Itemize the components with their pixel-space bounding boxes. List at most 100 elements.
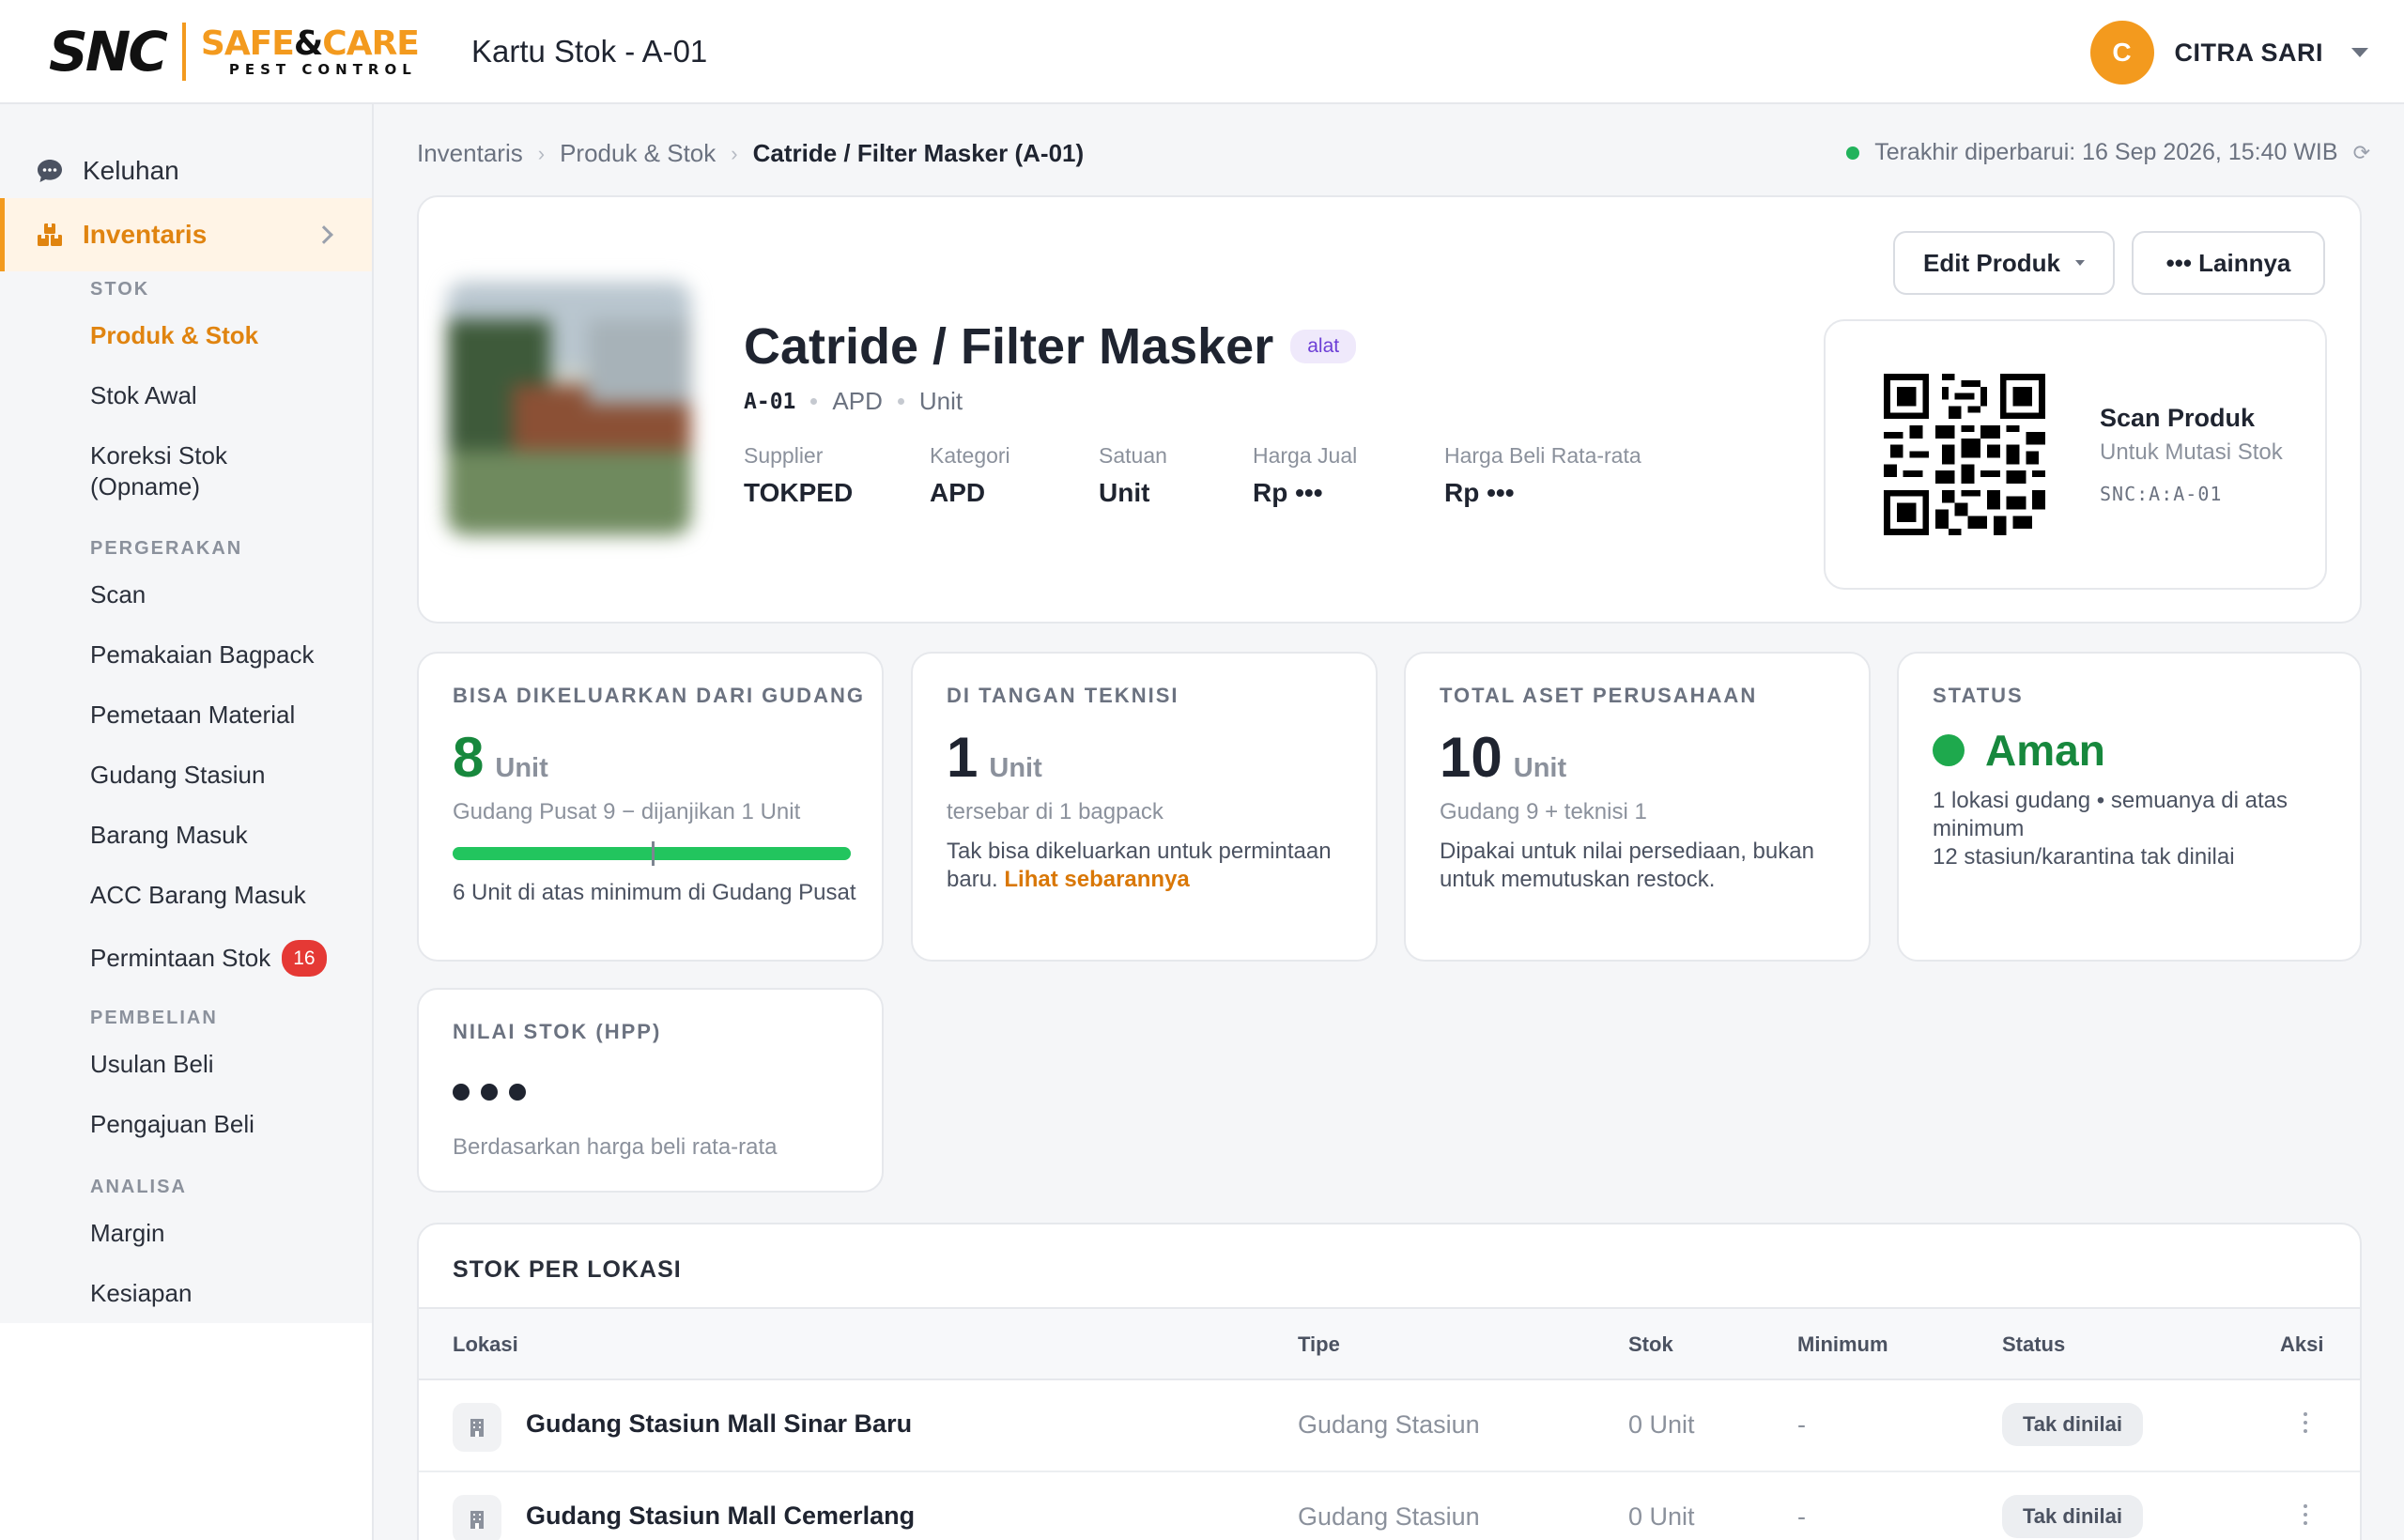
qr-subtitle: Untuk Mutasi Stok — [2100, 439, 2283, 465]
building-icon — [453, 1495, 501, 1540]
status-badge: Tak dinilai — [2002, 1495, 2143, 1538]
column-header-stok[interactable]: Stok — [1628, 1332, 1673, 1357]
product-category: APD — [832, 387, 883, 415]
hidden-value-dots[interactable] — [453, 1084, 526, 1101]
last-updated-text: Terakhir diperbarui: 16 Sep 2026, 15:40 … — [1874, 139, 2338, 165]
column-header-tipe[interactable]: Tipe — [1298, 1332, 1340, 1357]
sidebar-footer-space — [0, 1323, 374, 1540]
stat-number: 10 — [1440, 726, 1502, 789]
page-title: Kartu Stok - A-01 — [471, 34, 708, 69]
stat-label: TOTAL ASET PERUSAHAAN — [1440, 684, 1758, 707]
top-header: SNC SAFE&CARE PEST CONTROL Kartu Stok - … — [0, 0, 2404, 104]
chevron-down-icon[interactable] — [2351, 48, 2368, 57]
sidebar-item-pengajuan-beli[interactable]: Pengajuan Beli — [90, 1109, 254, 1140]
user-name[interactable]: CITRA SARI — [2175, 38, 2324, 68]
sidebar-section-pergerakan: PERGERAKAN — [90, 538, 243, 559]
sidebar-item-pemakaian-bagpack[interactable]: Pemakaian Bagpack — [90, 639, 314, 670]
user-menu[interactable]: C CITRA SARI — [2089, 21, 2368, 85]
sidebar-item-inventaris[interactable]: Inventaris — [0, 198, 372, 271]
status-line-1: 1 lokasi gudang • semuanya di atas minim… — [1933, 788, 2288, 841]
sidebar-item-produk-stok[interactable]: Produk & Stok — [90, 320, 258, 351]
view-distribution-link[interactable]: Lihat sebarannya — [1004, 867, 1189, 892]
product-type-tag: alat — [1290, 330, 1357, 363]
status-badge: Tak dinilai — [2002, 1403, 2143, 1446]
stat-value: 8 Unit — [453, 725, 548, 790]
avatar[interactable]: C — [2089, 21, 2154, 85]
table-row[interactable]: Gudang Stasiun Mall Sinar Baru Gudang St… — [419, 1380, 2360, 1472]
sidebar-item-stok-awal[interactable]: Stok Awal — [90, 380, 197, 411]
product-card: Catride / Filter Masker alat A-01 APD Un… — [417, 195, 2362, 624]
stock-level-bar — [453, 841, 851, 866]
sidebar-item-koreksi-stok[interactable]: Koreksi Stok (Opname) — [90, 440, 297, 502]
stat-subtext: Berdasarkan harga beli rata-rata — [453, 1134, 778, 1160]
location-stock: 0 Unit — [1628, 1502, 1695, 1531]
product-image — [447, 282, 691, 535]
sidebar-item-scan[interactable]: Scan — [90, 579, 146, 610]
refresh-icon[interactable]: ⟳ — [2353, 141, 2370, 165]
dot-separator — [897, 398, 904, 405]
field-value: TOKPED — [744, 478, 854, 507]
stat-card-status: STATUS Aman 1 lokasi gudang • semuanya d… — [1897, 652, 2362, 962]
edit-product-button[interactable]: Edit Produk — [1893, 231, 2115, 295]
stat-value: 10 Unit — [1440, 725, 1566, 790]
field-satuan: Satuan Unit — [1099, 443, 1253, 508]
stat-card-technician: DI TANGAN TEKNISI 1 Unit tersebar di 1 b… — [911, 652, 1378, 962]
location-stock: 0 Unit — [1628, 1410, 1695, 1439]
sidebar-section-analisa: ANALISA — [90, 1177, 187, 1197]
row-actions-icon[interactable] — [2304, 1504, 2307, 1525]
sidebar-item-gudang-stasiun[interactable]: Gudang Stasiun — [90, 760, 265, 791]
company-logo[interactable]: SNC SAFE&CARE PEST CONTROL — [49, 21, 420, 83]
location-name[interactable]: Gudang Stasiun Mall Sinar Baru — [526, 1409, 912, 1439]
sidebar-item-permintaan-stok[interactable]: Permintaan Stok 16 — [90, 940, 327, 977]
sidebar-item-label: Keluhan — [83, 156, 179, 185]
qr-title: Scan Produk — [2100, 404, 2256, 432]
stat-description: 6 Unit di atas minimum di Gudang Pusat — [453, 880, 856, 905]
status-value: Aman — [1933, 725, 2105, 776]
sidebar-item-pemetaan-material[interactable]: Pemetaan Material — [90, 700, 295, 731]
breadcrumb-produk-stok[interactable]: Produk & Stok — [560, 139, 716, 168]
stat-unit: Unit — [989, 753, 1042, 783]
edit-product-label: Edit Produk — [1923, 248, 2060, 277]
column-header-minimum[interactable]: Minimum — [1797, 1332, 1888, 1357]
field-harga-jual: Harga Jual Rp ••• — [1253, 443, 1444, 508]
breadcrumb: Inventaris › Produk & Stok › Catride / F… — [417, 139, 1084, 168]
more-actions-button[interactable]: ••• Lainnya — [2132, 231, 2325, 295]
location-name[interactable]: Gudang Stasiun Mall Cemerlang — [526, 1502, 915, 1531]
sidebar-section-pembelian: PEMBELIAN — [90, 1008, 218, 1028]
field-label: Harga Beli Rata-rata — [1444, 443, 1641, 468]
location-type: Gudang Stasiun — [1298, 1502, 1480, 1531]
row-actions-icon[interactable] — [2304, 1412, 2307, 1433]
qr-code-icon — [1884, 374, 2045, 535]
column-header-status[interactable]: Status — [2002, 1332, 2065, 1357]
field-value: Rp ••• — [1444, 478, 1515, 507]
sidebar-item-kesiapan[interactable]: Kesiapan — [90, 1278, 192, 1309]
sidebar-section-stok: STOK — [90, 279, 150, 300]
status-text: Aman — [1985, 726, 2105, 775]
stock-per-location-card: STOK PER LOKASI Lokasi Tipe Stok Minimum… — [417, 1223, 2362, 1540]
logo-tagline: PEST CONTROL — [228, 60, 417, 78]
column-header-aksi: Aksi — [2280, 1332, 2324, 1356]
sidebar-item-margin[interactable]: Margin — [90, 1218, 164, 1249]
breadcrumb-inventaris[interactable]: Inventaris — [417, 139, 523, 168]
qr-code-text: SNC:A:A-01 — [2100, 483, 2223, 505]
stat-unit: Unit — [495, 753, 548, 783]
table-title: STOK PER LOKASI — [453, 1256, 682, 1283]
column-header-lokasi[interactable]: Lokasi — [453, 1332, 518, 1357]
product-code: A-01 — [744, 389, 796, 414]
breadcrumb-current: Catride / Filter Masker (A-01) — [752, 139, 1085, 167]
stat-unit: Unit — [1513, 753, 1567, 783]
table-header: Lokasi Tipe Stok Minimum Status Aksi — [419, 1307, 2360, 1380]
sidebar-item-barang-masuk[interactable]: Barang Masuk — [90, 820, 248, 851]
table-row[interactable]: Gudang Stasiun Mall Cemerlang Gudang Sta… — [419, 1472, 2360, 1540]
sidebar-item-acc-barang-masuk[interactable]: ACC Barang Masuk — [90, 880, 306, 911]
sidebar-item-keluhan[interactable]: Keluhan — [0, 142, 372, 200]
stat-description: Tak bisa dikeluarkan untuk permintaan ba… — [947, 838, 1341, 894]
sidebar-item-usulan-beli[interactable]: Usulan Beli — [90, 1049, 214, 1080]
location-type: Gudang Stasiun — [1298, 1410, 1480, 1439]
status-ok-icon — [1933, 734, 1965, 766]
field-supplier: Supplier TOKPED — [744, 443, 930, 508]
field-harga-beli: Harga Beli Rata-rata Rp ••• — [1444, 443, 1688, 508]
stat-subtext: Gudang 9 + teknisi 1 — [1440, 799, 1647, 824]
stat-label: DI TANGAN TEKNISI — [947, 684, 1179, 707]
chevron-down-icon — [2074, 260, 2085, 266]
